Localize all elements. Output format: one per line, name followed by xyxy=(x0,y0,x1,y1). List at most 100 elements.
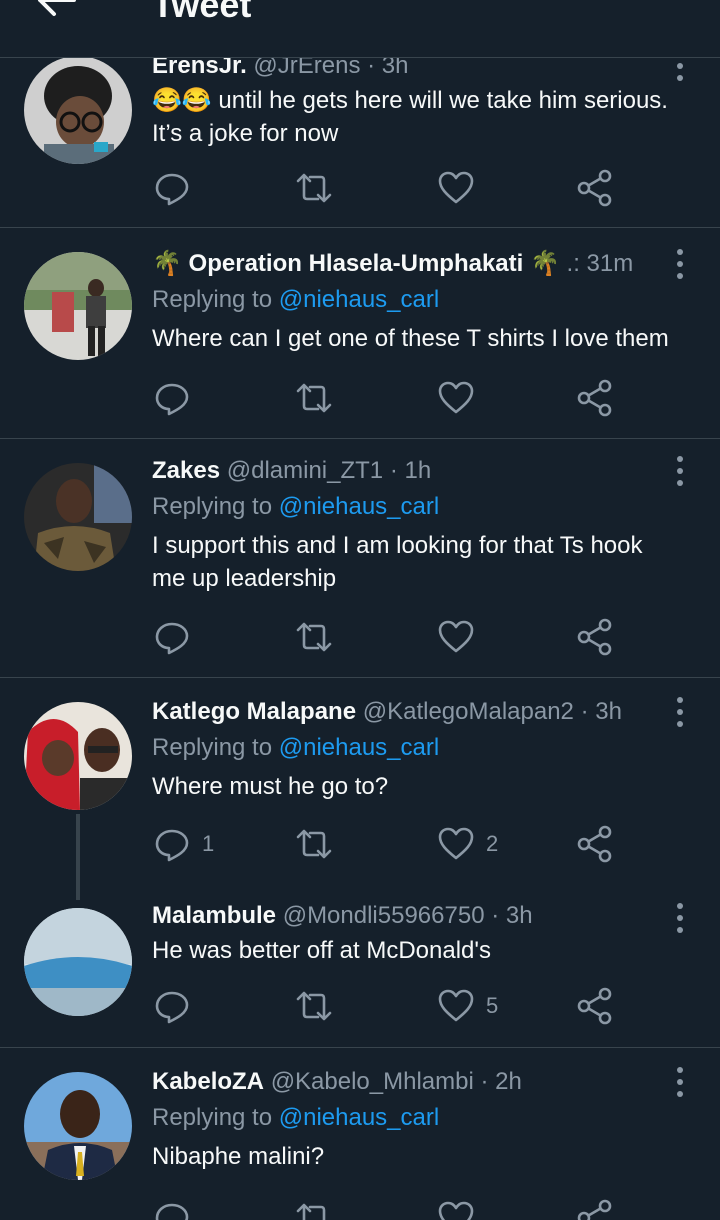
tweet-meta: Malambule @Mondli55966750 · 3h xyxy=(152,900,680,932)
tweet-text: Where can I get one of these T shirts I … xyxy=(152,325,669,352)
replying-to-label: Replying to xyxy=(152,734,279,761)
avatar[interactable] xyxy=(24,252,132,360)
replying-to: Replying to @niehaus_carl xyxy=(152,1102,680,1134)
arrow-left-icon[interactable] xyxy=(34,0,78,22)
reply-button[interactable] xyxy=(152,986,202,1026)
reply-button[interactable] xyxy=(152,378,202,418)
replying-to-label: Replying to xyxy=(152,1104,279,1131)
more-vertical-icon[interactable] xyxy=(668,900,692,936)
author-handle[interactable]: @dlamini_ZT1 xyxy=(227,457,383,484)
heart-icon xyxy=(438,620,474,653)
more-vertical-icon[interactable] xyxy=(668,453,692,489)
tweet-actions xyxy=(152,168,632,208)
tweet-meta: 🌴 Operation Hlasela-Umphakati 🌴 .: 31m xyxy=(152,248,680,280)
author-name[interactable]: Malambule xyxy=(152,902,276,929)
like-count: 5 xyxy=(486,993,499,1018)
mention-link[interactable]: @niehaus_carl xyxy=(279,1104,439,1131)
author-handle[interactable]: @KatlegoMalapan2 xyxy=(363,698,574,725)
tweet-actions: 1 2 xyxy=(152,824,632,864)
share-button[interactable] xyxy=(576,617,616,657)
reply-button[interactable]: 1 xyxy=(152,824,214,864)
heart-icon xyxy=(438,381,474,414)
reply-count: 1 xyxy=(202,831,215,856)
tweet-time: · 3h xyxy=(491,902,533,929)
more-vertical-icon[interactable] xyxy=(668,694,692,730)
mention-link[interactable]: @niehaus_carl xyxy=(279,734,439,761)
retweet-button[interactable] xyxy=(294,617,334,657)
author-handle[interactable]: .: xyxy=(567,250,580,277)
author-handle[interactable]: @Mondli55966750 xyxy=(283,902,485,929)
replying-to-label: Replying to xyxy=(152,286,279,313)
tweet-actions xyxy=(152,1198,632,1220)
reply-icon xyxy=(155,1203,189,1220)
share-button[interactable] xyxy=(576,824,616,864)
author-handle[interactable]: @JrErens xyxy=(253,58,360,79)
like-button[interactable]: 5 xyxy=(436,986,498,1026)
share-button[interactable] xyxy=(576,378,616,418)
tweet-text: 😂😂 until he gets here will we take him s… xyxy=(152,87,668,147)
retweet-icon xyxy=(296,383,332,413)
tweet-item[interactable]: ErensJr. @JrErens · 3h 😂😂 until he gets … xyxy=(0,58,720,228)
retweet-button[interactable] xyxy=(294,168,334,208)
heart-icon xyxy=(438,1201,474,1220)
avatar[interactable] xyxy=(24,908,132,1016)
like-count: 2 xyxy=(486,831,499,856)
share-icon xyxy=(577,169,612,207)
retweet-icon xyxy=(296,622,332,652)
more-vertical-icon[interactable] xyxy=(668,246,692,282)
share-button[interactable] xyxy=(576,1198,616,1220)
tweet-item[interactable]: 🌴 Operation Hlasela-Umphakati 🌴 .: 31m R… xyxy=(0,228,720,439)
avatar[interactable] xyxy=(24,463,132,571)
mention-link[interactable]: @niehaus_carl xyxy=(279,286,439,313)
retweet-button[interactable] xyxy=(294,986,334,1026)
like-button[interactable] xyxy=(436,378,486,418)
author-name[interactable]: KabeloZA xyxy=(152,1068,264,1095)
tweet-item[interactable]: KabeloZA @Kabelo_Mhlambi · 2h Replying t… xyxy=(0,1048,720,1220)
mention-link[interactable]: @niehaus_carl xyxy=(279,493,439,520)
avatar[interactable] xyxy=(24,1072,132,1180)
reply-icon xyxy=(155,829,189,862)
tweet-time: · 2h xyxy=(480,1068,522,1095)
author-name[interactable]: ErensJr. xyxy=(152,58,247,79)
reply-icon xyxy=(155,991,189,1024)
tweet-item[interactable]: Katlego Malapane @KatlegoMalapan2 · 3h R… xyxy=(0,678,720,900)
author-name[interactable]: Zakes xyxy=(152,457,220,484)
retweet-button[interactable] xyxy=(294,1198,334,1220)
share-button[interactable] xyxy=(576,168,616,208)
heart-icon xyxy=(438,989,474,1022)
tweet-actions xyxy=(152,617,632,657)
like-button[interactable] xyxy=(436,168,486,208)
tweet-text: He was better off at McDonald's xyxy=(152,937,491,964)
retweet-button[interactable] xyxy=(294,824,334,864)
tweet-actions xyxy=(152,378,632,418)
tweet-item[interactable]: Malambule @Mondli55966750 · 3h He was be… xyxy=(0,900,720,1048)
reply-button[interactable] xyxy=(152,617,202,657)
share-icon xyxy=(577,825,612,863)
heart-icon xyxy=(438,827,474,860)
reply-button[interactable] xyxy=(152,168,202,208)
author-handle[interactable]: @Kabelo_Mhlambi xyxy=(271,1068,474,1095)
reply-button[interactable] xyxy=(152,1198,202,1220)
share-icon xyxy=(577,987,612,1025)
author-name[interactable]: Katlego Malapane xyxy=(152,698,356,725)
author-name[interactable]: 🌴 Operation Hlasela-Umphakati 🌴 xyxy=(152,250,560,277)
tweet-time: 31m xyxy=(586,250,634,277)
top-bar: Tweet xyxy=(0,0,720,58)
like-button[interactable]: 2 xyxy=(436,824,498,864)
retweet-button[interactable] xyxy=(294,378,334,418)
more-vertical-icon[interactable] xyxy=(668,58,692,84)
avatar[interactable] xyxy=(24,702,132,810)
thread-connector xyxy=(76,814,80,900)
avatar[interactable] xyxy=(24,58,132,164)
tweet-item[interactable]: Zakes @dlamini_ZT1 · 1h Replying to @nie… xyxy=(0,439,720,678)
share-icon xyxy=(577,379,612,417)
tweet-actions: 5 xyxy=(152,986,632,1026)
like-button[interactable] xyxy=(436,617,486,657)
tweet-meta: Zakes @dlamini_ZT1 · 1h xyxy=(152,455,680,487)
page-title: Tweet xyxy=(152,0,252,25)
like-button[interactable] xyxy=(436,1198,486,1220)
replying-to-label: Replying to xyxy=(152,493,279,520)
more-vertical-icon[interactable] xyxy=(668,1064,692,1100)
share-button[interactable] xyxy=(576,986,616,1026)
reply-icon xyxy=(155,622,189,655)
